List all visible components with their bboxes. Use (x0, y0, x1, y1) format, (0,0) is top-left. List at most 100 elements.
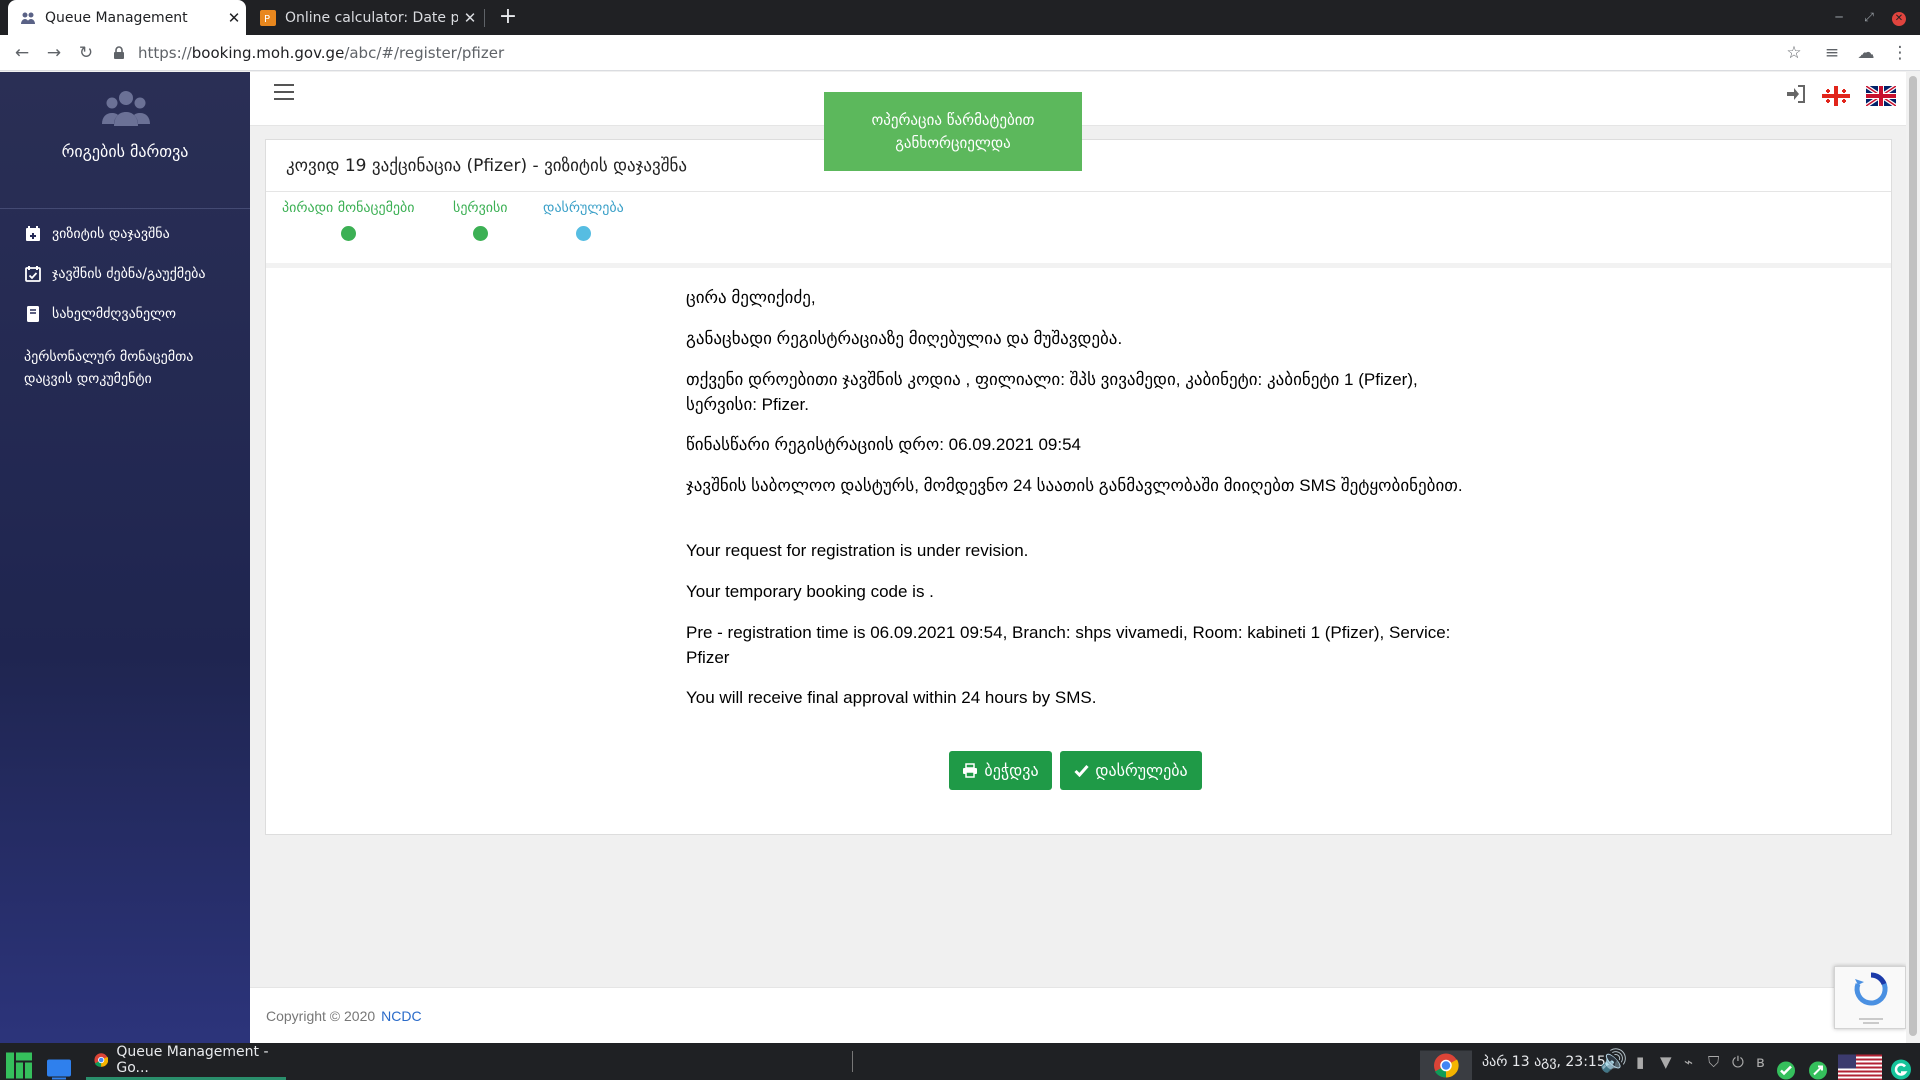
hamburger-menu-icon[interactable] (274, 84, 294, 102)
print-button-label: ბეჭდვა (984, 761, 1039, 780)
page-footer: Copyright © 2020 NCDC (250, 987, 1906, 1043)
taskbar-app-queue-management[interactable]: Queue Management - Go... (86, 1043, 286, 1080)
page-title: კოვიდ 19 ვაქცინაცია (Pfizer) - ვიზიტის დ… (286, 156, 688, 176)
sidebar-item-manual[interactable]: სახელმძღვანელო (24, 305, 176, 323)
minimize-icon[interactable]: ─ (1824, 0, 1854, 35)
copyright-label: Copyright © 2020 (266, 1008, 376, 1024)
georgian-flag-icon[interactable] (1822, 86, 1850, 106)
sidebar-item-label: ჯავშნის ძებნა/გაუქმება (52, 266, 206, 282)
message-booking-code-en: Your temporary booking code is . (686, 582, 934, 601)
users-logo-icon (102, 91, 150, 126)
message-registration-details-en: Pre - registration time is 06.09.2021 09… (686, 623, 1451, 667)
power-icon[interactable]: ⏻ (1732, 1043, 1744, 1080)
url-scheme: https:// (138, 44, 192, 62)
copyright-text: Copyright © 2020 NCDC (266, 1008, 422, 1024)
step-label: სერვისი (453, 200, 508, 216)
browser-toolbar: ← → ↻ https://booking.moh.gov.ge/abc/#/r… (0, 35, 1920, 71)
wizard-progress-track (266, 263, 1891, 268)
scrollbar-thumb[interactable] (1909, 76, 1917, 1036)
sidebar-item-label: ვიზიტის დაჯავშნა (52, 226, 170, 242)
calendar-plus-icon (26, 226, 40, 241)
book-icon (27, 306, 39, 322)
taskbar-app-label: Queue Management - Go... (116, 1044, 269, 1076)
url-host: booking.moh.gov.ge (191, 44, 345, 62)
restore-icon[interactable]: ⤢ (1854, 0, 1884, 35)
close-icon[interactable]: ✕ (458, 9, 482, 27)
step-label: დასრულება (543, 200, 624, 216)
taskbar-clock[interactable]: პარ 13 აგვ, 23:15 (1482, 1043, 1606, 1080)
step-finish[interactable]: დასრულება (543, 200, 624, 241)
close-icon[interactable]: ✕ (222, 9, 246, 27)
recaptcha-badge[interactable] (1834, 966, 1906, 1029)
extension-icon[interactable]: ☁ (1854, 41, 1878, 65)
tab-title: Online calculator: Date plus d (285, 9, 458, 26)
url-path: /abc/#/register/pfizer (344, 44, 505, 62)
uk-flag-icon[interactable] (1866, 86, 1896, 106)
calendar-check-icon (25, 266, 41, 282)
finish-button[interactable]: დასრულება (1060, 751, 1202, 790)
svg-text:P: P (264, 14, 270, 25)
sidebar-item-find-cancel[interactable]: ჯავშნის ძებნა/გაუქმება (24, 265, 206, 283)
us-flag-icon[interactable] (1838, 1049, 1882, 1080)
message-sms-approval: ჯავშნის საბოლოო დასტურს, მომდევნო 24 საა… (686, 476, 1463, 495)
finish-button-label: დასრულება (1095, 761, 1188, 780)
sidebar-item-label: სახელმძღვანელო (52, 306, 177, 322)
users-icon (21, 12, 35, 24)
success-toast: ოპერაცია წარმატებით განხორციელდა (824, 92, 1082, 171)
step-personal-data[interactable]: პირადი მონაცემები (282, 200, 415, 241)
printer-icon (963, 763, 978, 778)
attachment-icon[interactable]: ⌁ (1684, 1043, 1693, 1080)
manjaro-menu-icon[interactable] (4, 1047, 34, 1080)
sidebar-divider (0, 208, 250, 209)
os-taskbar: Queue Management - Go... პარ 13 აგვ, 23:… (0, 1043, 1920, 1080)
media-queue-icon[interactable]: ≡ (1820, 41, 1844, 65)
address-bar[interactable]: https://booking.moh.gov.ge/abc/#/registe… (112, 40, 1772, 66)
check-icon (1074, 765, 1089, 777)
bluetooth-icon[interactable]: ʙ (1756, 1043, 1765, 1080)
booking-card: კოვიდ 19 ვაქცინაცია (Pfizer) - ვიზიტის დ… (265, 139, 1892, 835)
divider (266, 191, 1891, 192)
shield-icon[interactable]: ⛉ (1708, 1043, 1719, 1080)
new-tab-button[interactable]: + (494, 3, 522, 31)
print-button[interactable]: ბეჭდვა (949, 751, 1052, 790)
volume-icon[interactable]: 🔊 (1600, 1043, 1627, 1080)
update-check-icon[interactable] (1776, 1052, 1796, 1080)
calculator-site-icon: P (260, 9, 276, 26)
grammarly-icon[interactable] (1890, 1051, 1912, 1080)
taskbar-separator (852, 1051, 853, 1072)
sign-in-icon[interactable] (1786, 85, 1806, 103)
message-booking-code: თქვენი დროებითი ჯავშნის კოდია , ფილიალი:… (686, 370, 1418, 414)
recaptcha-icon (1854, 972, 1888, 1024)
ncdc-link[interactable]: NCDC (381, 1008, 421, 1024)
message-request-revision-en: Your request for registration is under r… (686, 541, 1029, 560)
browser-tabstrip: Queue Management ✕ P Online calculator: … (0, 0, 1920, 35)
bookmark-star-icon[interactable]: ☆ (1782, 41, 1806, 65)
show-desktop-icon[interactable] (46, 1051, 72, 1080)
page-scrollbar[interactable] (1906, 72, 1920, 1043)
tab-queue-management[interactable]: Queue Management ✕ (8, 0, 246, 35)
forward-arrow-icon[interactable]: → (42, 41, 66, 65)
clipboard-icon[interactable]: ▮ (1636, 1043, 1644, 1080)
message-request-received: განაცხადი რეგისტრაციაზე მიღებულია და მუშ… (686, 329, 1123, 348)
step-service[interactable]: სერვისი (453, 200, 508, 241)
lock-icon (114, 46, 124, 59)
chrome-icon (94, 1053, 109, 1067)
reload-icon[interactable]: ↻ (74, 41, 98, 65)
back-arrow-icon[interactable]: ← (10, 41, 34, 65)
wifi-icon[interactable]: ▼ (1660, 1043, 1672, 1080)
message-sms-approval-en: You will receive final approval within 2… (686, 688, 1097, 707)
window-close-button[interactable]: ✕ (1884, 0, 1914, 35)
sidebar-title: რიგების მართვა (61, 142, 189, 161)
tab-title: Queue Management (45, 9, 188, 26)
taskbar-chrome-icon[interactable] (1420, 1047, 1472, 1080)
message-registration-time: წინასწარი რეგისტრაციის დრო: 06.09.2021 0… (686, 435, 1081, 454)
sidebar-item-book-visit[interactable]: ვიზიტის დაჯავშნა (24, 225, 170, 243)
rocket-icon[interactable] (1808, 1052, 1828, 1080)
tab-online-calculator[interactable]: P Online calculator: Date plus d ✕ (250, 0, 482, 35)
step-done-dot (340, 226, 356, 241)
step-label: პირადი მონაცემები (282, 200, 415, 216)
sidebar-item-data-protection-doc[interactable]: პერსონალურ მონაცემთა დაცვის დოკუმენტი (24, 346, 234, 390)
tab-separator (484, 9, 485, 27)
step-done-dot (472, 226, 488, 241)
menu-kebab-icon[interactable]: ⋮ (1888, 41, 1912, 65)
